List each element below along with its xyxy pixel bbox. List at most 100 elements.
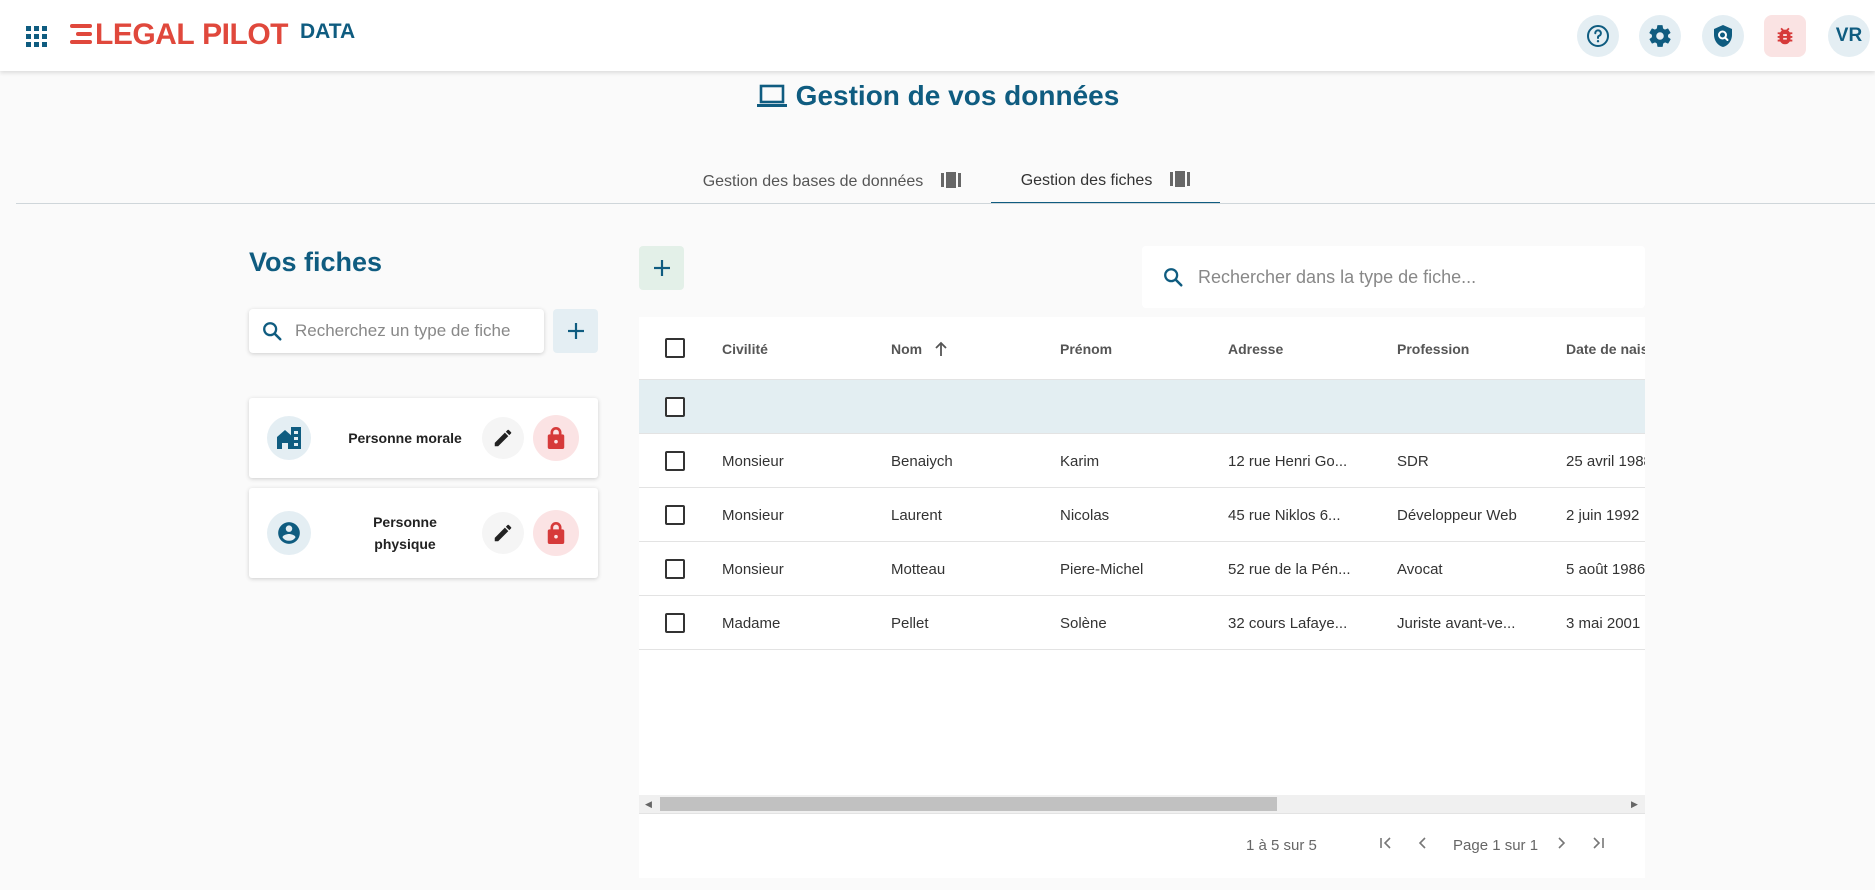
edit-button[interactable] <box>482 417 524 459</box>
cell-profession: SDR <box>1397 452 1429 470</box>
cell-civility: Monsieur <box>722 560 784 578</box>
logo-data-label: DATA <box>300 20 356 43</box>
scroll-right-arrow-icon[interactable]: ▶ <box>1631 799 1638 810</box>
lock-button[interactable] <box>533 510 579 556</box>
bug-icon <box>1777 27 1793 45</box>
user-avatar[interactable]: VR <box>1828 15 1870 57</box>
table-header: Civilité Nom Prénom Adresse Profession D… <box>639 317 1645 380</box>
cell-address: 45 rue Niklos 6... <box>1228 506 1341 524</box>
column-header-address[interactable]: Adresse <box>1228 317 1283 380</box>
table-row[interactable]: Monsieur Benaiych Karim 12 rue Henri Go.… <box>639 434 1645 488</box>
cell-civility: Monsieur <box>722 506 784 524</box>
search-icon <box>1164 268 1183 287</box>
report-bug-button[interactable] <box>1764 15 1806 57</box>
page-title-text: Gestion de vos données <box>795 80 1120 111</box>
tab-label: Gestion des fiches <box>1020 172 1153 189</box>
cell-birth-date: 3 mai 2001 <box>1566 614 1641 632</box>
top-bar: LEGAL PILOT DATA VR <box>0 0 1875 71</box>
sort-ascending-icon <box>935 341 947 356</box>
record-type-label: Personne morale <box>348 430 462 446</box>
table-row[interactable]: Monsieur Motteau Piere-Michel 52 rue de … <box>639 542 1645 596</box>
cell-civility: Madame <box>722 614 781 632</box>
records-table: Civilité Nom Prénom Adresse Profession D… <box>639 317 1645 878</box>
cell-civility: Monsieur <box>722 452 784 470</box>
settings-button[interactable] <box>1639 15 1681 57</box>
add-record-button[interactable] <box>639 246 684 290</box>
tab-databases[interactable]: Gestion des bases de données <box>683 160 981 204</box>
settings-icon <box>1649 25 1671 47</box>
pencil-icon <box>494 524 512 542</box>
building-icon <box>267 416 311 460</box>
page-title: Gestion de vos données <box>0 80 1875 112</box>
select-all-checkbox[interactable] <box>665 338 685 358</box>
logo-mark-icon <box>70 24 92 44</box>
apps-grid-icon[interactable] <box>26 26 48 48</box>
security-button[interactable] <box>1702 15 1744 57</box>
column-header-profession[interactable]: Profession <box>1397 317 1469 380</box>
record-type-card-legal-entity[interactable]: Personne morale <box>249 398 598 478</box>
lock-button[interactable] <box>533 415 579 461</box>
horizontal-scrollbar[interactable]: ◀ ▶ <box>639 795 1645 813</box>
lock-icon <box>547 427 565 449</box>
view-columns-icon <box>1170 170 1191 192</box>
cell-last-name: Motteau <box>891 560 946 578</box>
cell-birth-date: 2 juin 1992 <box>1566 506 1640 524</box>
cell-address: 52 rue de la Pén... <box>1228 560 1351 578</box>
logo-text: LEGAL PILOT <box>95 18 289 51</box>
last-page-icon[interactable] <box>1591 836 1605 854</box>
tabs-divider <box>16 203 1875 204</box>
cell-profession: Développeur Web <box>1397 506 1517 524</box>
record-search-input[interactable] <box>1198 266 1628 288</box>
column-header-last-name[interactable]: Nom <box>891 317 948 380</box>
label-line: Personne <box>373 514 437 530</box>
first-page-icon[interactable] <box>1379 836 1393 854</box>
column-header-first-name[interactable]: Prénom <box>1060 317 1112 380</box>
pagination: 1 à 5 sur 5 Page 1 sur 1 <box>639 813 1645 878</box>
column-header-civility[interactable]: Civilité <box>722 317 768 380</box>
cell-birth-date: 5 août 1986 <box>1566 560 1645 578</box>
tab-label: Gestion des bases de données <box>702 173 924 190</box>
edit-button[interactable] <box>482 512 524 554</box>
scroll-left-arrow-icon[interactable]: ◀ <box>645 799 652 810</box>
record-type-search-input[interactable] <box>295 321 520 341</box>
record-search[interactable] <box>1142 246 1645 308</box>
record-type-card-natural-person[interactable]: Personne physique <box>249 488 598 578</box>
app-logo[interactable]: LEGAL PILOT DATA <box>70 18 355 52</box>
row-checkbox[interactable] <box>665 451 685 471</box>
row-checkbox[interactable] <box>665 613 685 633</box>
page-indicator: Page 1 sur 1 <box>1453 837 1539 854</box>
cell-last-name: Laurent <box>891 506 942 524</box>
table-row[interactable]: Madame Pellet Solène 32 cours Lafaye... … <box>639 596 1645 650</box>
previous-page-icon[interactable] <box>1416 836 1430 854</box>
shield-icon <box>1714 25 1732 47</box>
plus-icon <box>653 260 670 276</box>
cell-last-name: Pellet <box>891 614 929 632</box>
cell-profession: Juriste avant-ve... <box>1397 614 1516 632</box>
record-type-search[interactable] <box>249 309 544 353</box>
view-columns-icon <box>941 171 962 193</box>
laptop-icon <box>756 84 787 107</box>
plus-icon <box>567 323 584 339</box>
cell-first-name: Solène <box>1060 614 1107 632</box>
next-page-icon[interactable] <box>1554 836 1568 854</box>
row-checkbox[interactable] <box>665 397 685 417</box>
record-type-label: Personne physique <box>329 511 481 555</box>
search-icon <box>263 322 282 341</box>
cell-profession: Avocat <box>1397 560 1443 578</box>
row-checkbox[interactable] <box>665 559 685 579</box>
cell-first-name: Piere-Michel <box>1060 560 1144 578</box>
table-row-new[interactable] <box>639 380 1645 434</box>
pencil-icon <box>494 429 512 447</box>
cell-last-name: Benaiych <box>891 452 953 470</box>
help-button[interactable] <box>1577 15 1619 57</box>
scrollbar-thumb[interactable] <box>660 797 1277 811</box>
add-record-type-button[interactable] <box>553 309 598 353</box>
cell-first-name: Karim <box>1060 452 1100 470</box>
cell-first-name: Nicolas <box>1060 506 1110 524</box>
avatar-initials: VR <box>1835 25 1863 46</box>
tab-records[interactable]: Gestion des fiches <box>991 160 1220 204</box>
column-header-birth-date[interactable]: Date de naissance <box>1566 317 1645 380</box>
table-row[interactable]: Monsieur Laurent Nicolas 45 rue Niklos 6… <box>639 488 1645 542</box>
cell-address: 32 cours Lafaye... <box>1228 614 1348 632</box>
row-checkbox[interactable] <box>665 505 685 525</box>
